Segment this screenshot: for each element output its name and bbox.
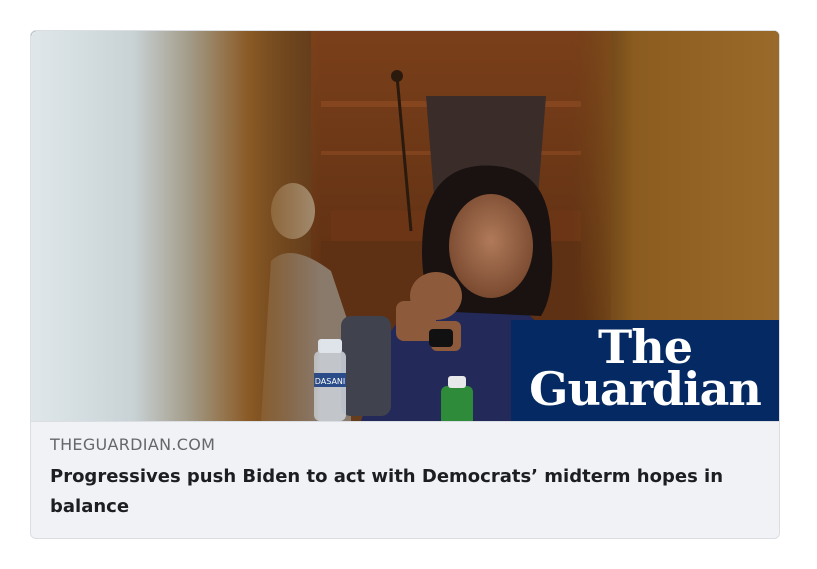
article-headline[interactable]: Progressives push Biden to act with Demo… [50,462,750,522]
guardian-logo-text: The Guardian [511,324,779,416]
logo-line-2: Guardian [529,362,762,416]
article-image[interactable]: DASANI The Guardian [31,31,779,421]
source-domain: THEGUARDIAN.COM [50,435,216,454]
link-preview-card[interactable]: DASANI The Guardian THEGUARDIAN.COM Prog… [30,30,780,539]
guardian-logo: The Guardian [511,320,779,421]
link-preview-caption[interactable]: THEGUARDIAN.COM Progressives push Biden … [31,421,779,538]
